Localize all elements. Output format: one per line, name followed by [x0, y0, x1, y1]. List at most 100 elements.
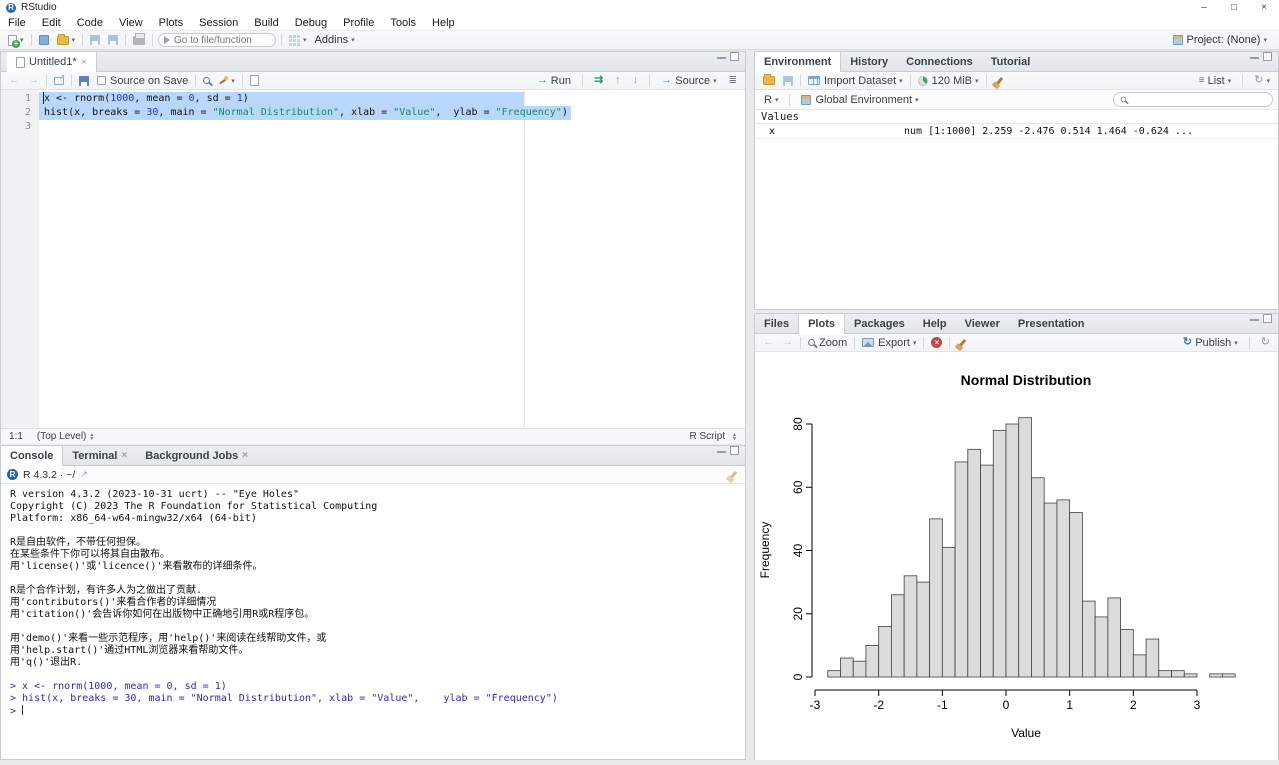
- run-below-button[interactable]: ↓: [629, 72, 643, 90]
- tab-presentation[interactable]: Presentation: [1009, 314, 1094, 333]
- tab-terminal[interactable]: Terminal×: [63, 446, 136, 465]
- compile-report-button[interactable]: [246, 72, 263, 90]
- tab-packages[interactable]: Packages: [845, 314, 914, 333]
- goto-file-input[interactable]: [174, 35, 266, 46]
- previous-plot-button[interactable]: ←: [759, 334, 778, 352]
- tab-help[interactable]: Help: [914, 314, 956, 333]
- menu-plots[interactable]: Plots: [151, 17, 191, 29]
- refresh-plot-button[interactable]: ↻: [1257, 334, 1274, 352]
- menu-session[interactable]: Session: [191, 17, 246, 29]
- tab-untitled1[interactable]: Untitled1* ×: [7, 52, 97, 72]
- pane-minmax[interactable]: [1250, 314, 1278, 333]
- tab-console[interactable]: Console: [1, 446, 63, 466]
- zoom-icon: [808, 339, 815, 346]
- file-type-selector[interactable]: R Script ▲▼: [689, 431, 737, 442]
- tab-history[interactable]: History: [841, 52, 897, 71]
- close-tab-icon[interactable]: ×: [121, 450, 127, 461]
- tab-plots[interactable]: Plots: [798, 314, 845, 334]
- menu-profile[interactable]: Profile: [335, 17, 382, 29]
- menu-view[interactable]: View: [111, 17, 151, 29]
- values-section-header: Values: [755, 110, 1278, 124]
- close-button[interactable]: ×: [1249, 2, 1279, 13]
- menu-build[interactable]: Build: [246, 17, 286, 29]
- zoom-plot-button[interactable]: Zoom: [804, 334, 851, 352]
- clear-environment-button[interactable]: [990, 72, 1009, 90]
- tab-files[interactable]: Files: [755, 314, 798, 333]
- language-selector[interactable]: R▾: [760, 91, 782, 109]
- new-file-button[interactable]: + ▾: [4, 31, 28, 49]
- tab-tutorial[interactable]: Tutorial: [982, 52, 1040, 71]
- minimize-button[interactable]: –: [1189, 2, 1219, 13]
- tab-environment[interactable]: Environment: [755, 52, 841, 72]
- close-tab-icon[interactable]: ×: [242, 450, 248, 461]
- pane-minmax[interactable]: [1250, 52, 1278, 71]
- save-source-button[interactable]: [75, 72, 93, 90]
- refresh-environment-button[interactable]: ↻▾: [1250, 72, 1274, 90]
- publish-icon: ↻: [1183, 337, 1192, 348]
- menu-edit[interactable]: Edit: [34, 17, 69, 29]
- menu-code[interactable]: Code: [69, 17, 111, 29]
- pane-minmax[interactable]: [717, 52, 745, 71]
- maximize-button[interactable]: □: [1219, 2, 1249, 13]
- menu-help[interactable]: Help: [424, 17, 463, 29]
- save-all-button[interactable]: [104, 31, 122, 49]
- console-output[interactable]: R version 4.3.2 (2023-10-31 ucrt) -- "Ey…: [1, 484, 745, 718]
- code-tools-button[interactable]: ▾: [214, 72, 239, 90]
- outline-button[interactable]: ≣: [725, 72, 741, 90]
- object-value: num [1:1000] 2.259 -2.476 0.514 1.464 -0…: [904, 124, 1193, 139]
- environment-search-input[interactable]: [1131, 94, 1251, 105]
- project-menu-button[interactable]: Project: (None)▾: [1169, 31, 1272, 49]
- next-plot-button[interactable]: →: [778, 334, 797, 352]
- tab-connections[interactable]: Connections: [897, 52, 982, 71]
- source-on-save-checkbox[interactable]: Source on Save: [93, 72, 192, 90]
- environment-object-row[interactable]: xnum [1:1000] 2.259 -2.476 0.514 1.464 -…: [755, 124, 1278, 139]
- svg-text:Value: Value: [1011, 726, 1041, 740]
- menu-debug[interactable]: Debug: [287, 17, 335, 29]
- environment-object-list: xnum [1:1000] 2.259 -2.476 0.514 1.464 -…: [755, 124, 1278, 139]
- nav-back-button[interactable]: ←: [5, 72, 24, 90]
- console-prompt[interactable]: >: [10, 705, 745, 718]
- pane-layout-button[interactable]: ▾: [285, 31, 311, 49]
- open-file-button[interactable]: ▾: [53, 31, 80, 49]
- clear-plots-button[interactable]: [953, 334, 972, 352]
- menu-file[interactable]: File: [0, 17, 34, 29]
- print-button[interactable]: [129, 31, 149, 49]
- save-workspace-button[interactable]: [779, 72, 797, 90]
- clear-console-icon[interactable]: [730, 470, 737, 478]
- find-replace-button[interactable]: [199, 72, 214, 90]
- broom-icon: [995, 76, 1002, 84]
- list-view-button[interactable]: ≡ List▾: [1195, 72, 1236, 90]
- scope-selector[interactable]: (Top Level) ▲▼: [37, 431, 94, 442]
- source-button[interactable]: → Source▾: [657, 72, 720, 90]
- run-button[interactable]: → Run: [533, 72, 575, 90]
- import-dataset-button[interactable]: Import Dataset▾: [804, 72, 907, 90]
- rerun-button[interactable]: ⇉: [590, 72, 607, 90]
- close-tab-icon[interactable]: ×: [81, 57, 87, 68]
- console-line: 用'license()'或'licence()'来看散布的详细条件。: [10, 561, 745, 573]
- export-plot-button[interactable]: Export▾: [858, 334, 920, 352]
- tab-label: Environment: [764, 56, 831, 68]
- popout-console-icon[interactable]: ↗: [80, 469, 88, 480]
- run-above-button[interactable]: ↑: [611, 72, 625, 90]
- addins-button[interactable]: Addins▾: [311, 31, 359, 49]
- nav-forward-button[interactable]: →: [24, 72, 43, 90]
- pane-minmax[interactable]: [717, 446, 745, 465]
- code-editor[interactable]: 123 x <- rnorm(1000, mean = 0, sd = 1)hi…: [1, 90, 745, 428]
- r-logo-icon: R: [7, 469, 18, 480]
- popout-button[interactable]: [50, 72, 68, 90]
- tab-viewer[interactable]: Viewer: [956, 314, 1009, 333]
- environment-search-box[interactable]: [1113, 92, 1273, 107]
- goto-file-box[interactable]: [158, 33, 276, 47]
- load-workspace-button[interactable]: [759, 72, 779, 90]
- svg-text:40: 40: [791, 544, 805, 558]
- svg-text:0: 0: [1003, 698, 1010, 712]
- remove-plot-button[interactable]: ×: [927, 334, 946, 352]
- publish-button[interactable]: ↻ Publish▾: [1179, 334, 1242, 352]
- new-project-button[interactable]: [35, 31, 53, 49]
- console-line: 用'help.start()'通过HTML浏览器来看帮助文件。: [10, 645, 745, 657]
- memory-usage-button[interactable]: 120 MiB▾: [914, 72, 983, 90]
- tab-background-jobs[interactable]: Background Jobs×: [136, 446, 257, 465]
- menu-tools[interactable]: Tools: [382, 17, 424, 29]
- environment-scope-selector[interactable]: Global Environment▾: [797, 91, 922, 109]
- save-button[interactable]: [86, 31, 104, 49]
